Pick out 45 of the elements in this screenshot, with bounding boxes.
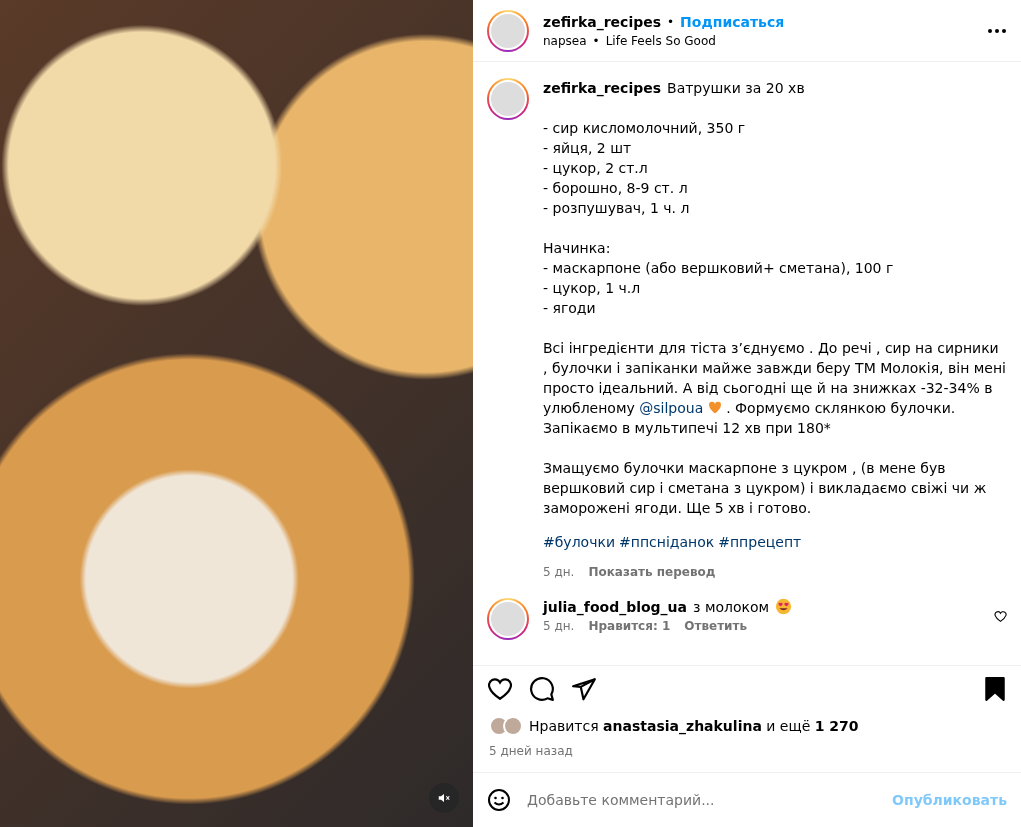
- comment-time: 5 дн.: [543, 619, 575, 633]
- song-title[interactable]: Life Feels So Good: [605, 33, 716, 48]
- comment-text: з молоком: [693, 598, 770, 615]
- heart-eyes-emoji-icon: [775, 598, 793, 615]
- caption-line: - цукор, 2 ст.л: [543, 159, 649, 178]
- caption-line: - ягоди: [543, 299, 597, 318]
- avatar[interactable]: [489, 80, 527, 118]
- username[interactable]: zefirka_recipes: [543, 78, 662, 98]
- post-date: 5 дней назад: [473, 740, 1021, 773]
- caption-line: - розпушувач, 1 ч. л: [543, 199, 691, 218]
- username[interactable]: julia_food_blog_ua: [543, 598, 688, 615]
- post-time: 5 дн.: [543, 564, 575, 581]
- likes-summary[interactable]: Нравится anastasia_zhakulina и ещё 1 270: [529, 718, 859, 734]
- bookmark-icon[interactable]: [983, 676, 1007, 702]
- like-icon[interactable]: [487, 676, 513, 702]
- caption-line: - сир кисломолочний, 350 г: [543, 119, 747, 138]
- caption-line: - маскарпоне (або вершковий+ сметана), 100 г: [543, 259, 895, 278]
- muted-speaker-icon[interactable]: [429, 783, 459, 813]
- separator: •: [592, 33, 600, 48]
- caption-line: - яйця, 2 шт: [543, 139, 633, 158]
- separator: •: [667, 14, 675, 29]
- comment-likes[interactable]: Нравится: 1: [588, 619, 671, 633]
- reply-button[interactable]: Ответить: [684, 619, 748, 633]
- hashtag-link[interactable]: #ппсніданок: [619, 532, 715, 552]
- caption-title: Ватрушки за 20 хв: [667, 79, 805, 98]
- hashtag-link[interactable]: #ппрецепт: [718, 532, 802, 552]
- caption-line: Начинка:: [543, 239, 612, 258]
- caption-paragraph: Всі інгредієнти для тіста з’єднуємо . До речі , сир на сирники , булочки і запіканки майже завжди беру ТМ Молокія, він мені просто ідеальний. А від сьогодні ще й на знижках -32-34% в улюбленому @silpoua . Формуємо склянкою булочки. Запікаємо в мультипечі 12 хв при 180*: [543, 339, 1007, 438]
- username[interactable]: zefirka_recipes: [543, 13, 662, 30]
- more-icon[interactable]: [987, 27, 1007, 34]
- comment-icon[interactable]: [529, 676, 555, 702]
- hashtag-link[interactable]: #булочки: [543, 532, 615, 552]
- avatar: [503, 716, 523, 736]
- audio-artist[interactable]: napsea: [543, 33, 587, 48]
- paper-plane-icon[interactable]: [571, 676, 597, 702]
- mention-link[interactable]: @silpoua: [639, 400, 704, 416]
- translate-button[interactable]: Показать перевод: [588, 562, 716, 582]
- caption-line: - цукор, 1 ч.л: [543, 279, 642, 298]
- avatar[interactable]: [489, 600, 527, 638]
- heart-icon: [707, 401, 722, 414]
- caption-line: Змащуємо булочки маскарпоне з цукром , (в мене був вершковий сир і сметана з цукром) і викладаємо свіжі чи ж заморожені ягоди. Ще 5 хв і готово.: [543, 459, 988, 518]
- caption-line: - борошно, 8-9 ст. л: [543, 179, 689, 198]
- smiley-icon[interactable]: [487, 788, 511, 812]
- avatar[interactable]: [489, 11, 527, 50]
- heart-icon[interactable]: [994, 610, 1007, 623]
